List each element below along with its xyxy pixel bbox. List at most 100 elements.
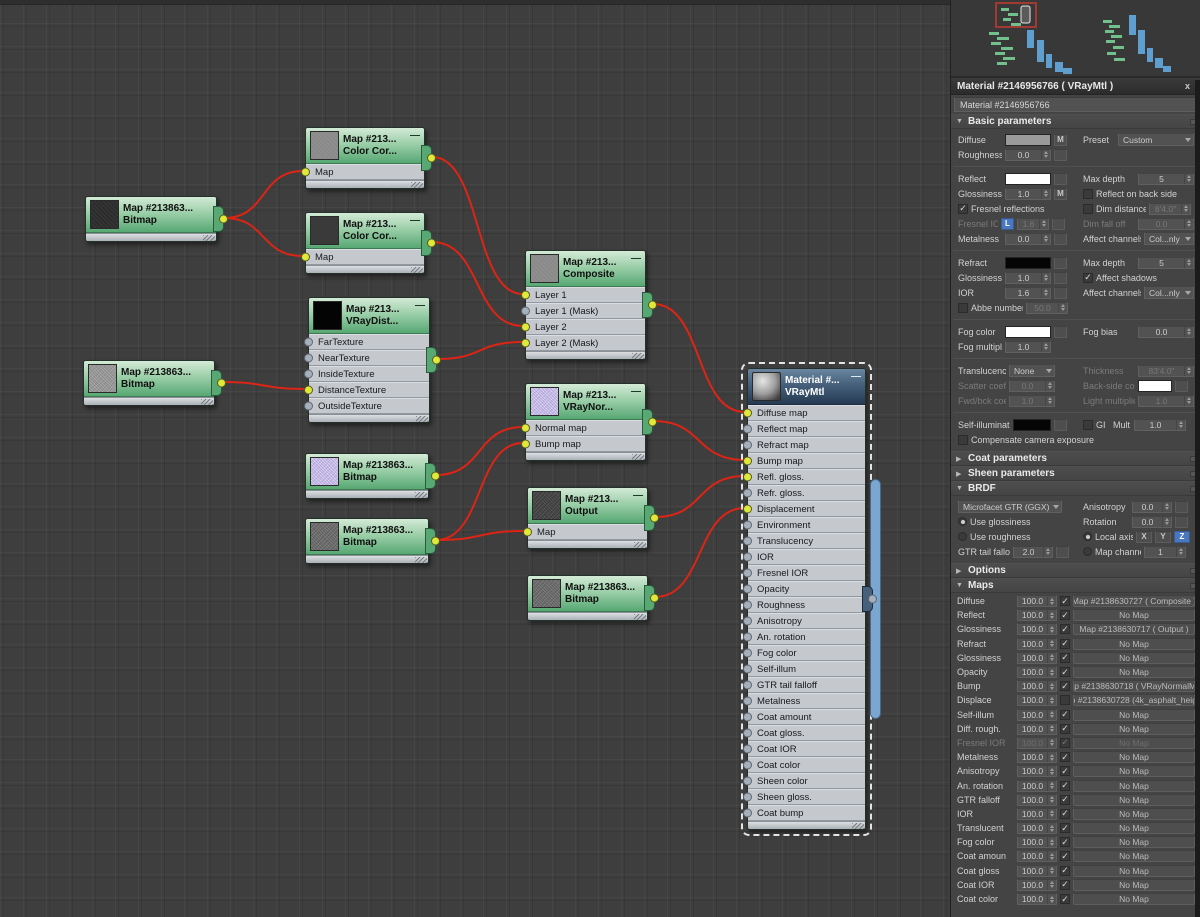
checkbox-checked[interactable]: ✓ [1060,809,1070,819]
connection-wire[interactable] [436,531,525,540]
spinner-field[interactable]: 0.0 [1132,501,1172,513]
map-assignment-button[interactable]: No Map [1073,723,1195,735]
input-port[interactable] [743,537,752,546]
checkbox-checked[interactable]: ✓ [958,204,968,214]
connection-wire[interactable] [436,443,523,540]
checkbox-checked[interactable]: ✓ [1060,738,1070,748]
input-port[interactable] [743,809,752,818]
node-header[interactable]: Map #213...VRayDist...— [309,298,429,334]
output-connector[interactable] [421,145,432,171]
output-port[interactable] [427,154,436,163]
output-connector[interactable] [426,347,437,373]
map-slot-button[interactable] [1056,546,1069,558]
node-header[interactable]: Map #213...Composite— [526,251,645,287]
rollout-header-sheen[interactable]: ▶ Sheen parameters [951,467,1200,481]
checkbox-checked[interactable]: ✓ [1060,624,1070,634]
connection-wire[interactable] [655,508,745,597]
input-port[interactable] [521,323,530,332]
map-assignment-button[interactable]: No Map [1073,666,1195,678]
connection-wire[interactable] [222,382,306,389]
map-assignment-button[interactable]: No Map [1073,737,1195,749]
spinner-field[interactable]: 100.0 [1017,865,1057,877]
dropdown-select[interactable]: None [1009,364,1055,377]
output-port[interactable] [648,418,657,427]
node-resize-grip[interactable] [748,821,865,829]
small-button-y[interactable]: Y [1155,531,1171,543]
spinner-field[interactable]: 1 [1144,546,1186,558]
checkbox-checked[interactable]: ✓ [1060,724,1070,734]
node-resize-grip[interactable] [528,540,647,548]
rollout-header-coat[interactable]: ▶ Coat parameters [951,452,1200,466]
map-assignment-button[interactable]: No Map [1073,709,1195,721]
input-port[interactable] [743,521,752,530]
checkbox-unchecked[interactable] [1083,189,1093,199]
minimize-icon[interactable]: — [410,213,420,226]
node-header[interactable]: Map #213863...Bitmap [306,454,428,490]
map-assignment-button[interactable]: Map #2138630717 ( Output ) [1073,623,1195,635]
map-assignment-button[interactable]: No Map [1073,638,1195,650]
map-slot-button[interactable] [1054,257,1067,269]
input-port[interactable] [523,528,532,537]
spinner-field[interactable]: 100.0 [1017,652,1057,664]
minimize-icon[interactable]: — [410,128,420,141]
output-connector[interactable] [642,409,653,435]
spinner-field[interactable]: 100.0 [1017,623,1057,635]
spinner-field[interactable]: 100.0 [1017,850,1057,862]
checkbox-checked[interactable]: ✓ [1060,823,1070,833]
input-port[interactable] [743,553,752,562]
input-port[interactable] [743,713,752,722]
input-port[interactable] [743,457,752,466]
dropdown-select[interactable]: Col...nly [1144,232,1194,245]
map-slot-button[interactable] [1054,272,1067,284]
input-port[interactable] [743,441,752,450]
spinner-field[interactable]: 100.0 [1017,879,1057,891]
input-port[interactable] [743,617,752,626]
minimize-icon[interactable]: — [631,384,641,397]
checkbox-checked[interactable]: ✓ [1060,866,1070,876]
spinner-field[interactable]: 100.0 [1017,822,1057,834]
node-header[interactable]: Material #...VRayMtl— [748,369,865,405]
spinner-field[interactable]: 100.0 [1017,808,1057,820]
checkbox-checked[interactable]: ✓ [1060,596,1070,606]
node-header[interactable]: Map #213863...Bitmap [84,361,214,397]
input-port[interactable] [743,729,752,738]
output-port[interactable] [219,215,228,224]
map-assignment-button[interactable]: No Map [1073,879,1195,891]
spinner-field[interactable]: 100.0 [1017,765,1057,777]
node-out[interactable]: Map #213...Output—Map [527,487,648,549]
spinner-field[interactable]: 100.0 [1017,595,1057,607]
color-swatch[interactable] [1138,380,1172,392]
node-resize-grip[interactable] [306,180,424,188]
spinner-field[interactable]: 100.0 [1017,694,1057,706]
connection-wire[interactable] [432,157,523,294]
checkbox-checked[interactable]: ✓ [1060,681,1070,691]
output-port[interactable] [427,239,436,248]
map-assignment-button[interactable]: Map #2138630718 ( VRayNormalMap [1073,680,1195,692]
checkbox-checked[interactable]: ✓ [1060,752,1070,762]
spinner-field[interactable]: 0.0 [1009,380,1055,392]
input-port[interactable] [743,649,752,658]
input-port[interactable] [304,370,313,379]
spinner-field[interactable]: 1.6 [1017,218,1049,230]
input-port[interactable] [301,168,310,177]
map-slot-button[interactable] [1175,516,1188,528]
node-resize-grip[interactable] [526,351,645,359]
node-resize-grip[interactable] [86,233,216,241]
input-port[interactable] [521,307,530,316]
spinner-field[interactable]: 100.0 [1017,680,1057,692]
checkbox-checked[interactable]: ✓ [1060,653,1070,663]
output-connector[interactable] [421,230,432,256]
input-port[interactable] [743,585,752,594]
dropdown-select[interactable]: Microfacet GTR (GGX) [958,500,1062,513]
output-port[interactable] [432,356,441,365]
small-button-m[interactable]: M [1054,188,1067,200]
spinner-field[interactable]: 100.0 [1017,836,1057,848]
spinner-field[interactable]: 5 [1138,257,1194,269]
spinner-field[interactable]: 1.0 [1134,419,1186,431]
checkbox-checked[interactable]: ✓ [1060,894,1070,904]
input-port[interactable] [304,354,313,363]
map-assignment-button[interactable]: No Map [1073,609,1195,621]
connection-wire[interactable] [432,242,523,326]
spinner-field[interactable]: 100.0 [1017,780,1057,792]
output-connector[interactable] [211,370,222,396]
